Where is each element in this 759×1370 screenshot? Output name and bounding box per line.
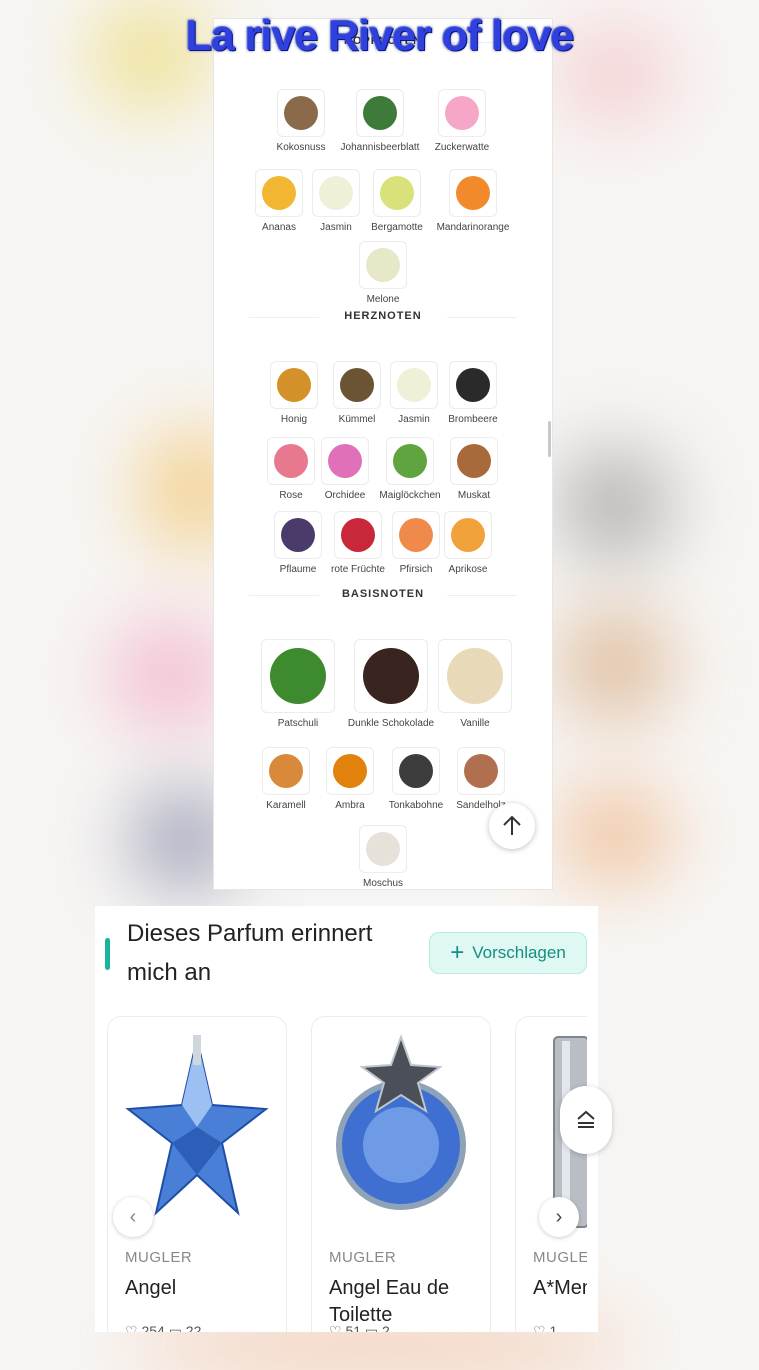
carousel-prev-button[interactable]: ‹ (113, 1197, 153, 1237)
perfume-card[interactable]: MUGLER Angel Eau de Toilette ♡ 51 ▭ 2 (311, 1016, 491, 1332)
note-illustration (380, 176, 414, 210)
arrow-up-icon (503, 815, 521, 835)
angel-edt-bottle-image (336, 1034, 466, 1210)
carousel-next-button[interactable]: › (539, 1197, 579, 1237)
note-label: Zuckerwatte (434, 142, 490, 153)
note-illustration (270, 648, 326, 704)
note-image (450, 437, 498, 485)
suggest-button[interactable]: + Vorschlagen (429, 932, 587, 974)
note-illustration (366, 248, 400, 282)
note-image (438, 639, 512, 713)
note-label: Mandarinorange (436, 222, 510, 233)
fragrance-notes-panel: KOPFNOTEN Kokosnuss Johannisbeerblatt Zucke… (213, 18, 553, 890)
note-image (438, 89, 486, 137)
note-illustration (464, 754, 498, 788)
section-title: Dieses Parfum erinnert mich an (127, 920, 373, 986)
note-image (359, 825, 407, 873)
note-item[interactable]: Melone (328, 241, 438, 305)
bg-blob (560, 790, 670, 880)
note-illustration (445, 96, 479, 130)
note-image (359, 241, 407, 289)
card-brand: MUGLER (125, 1249, 193, 1266)
notes-grid: KOPFNOTEN Kokosnuss Johannisbeerblatt Zucke… (214, 19, 552, 889)
bg-blob (560, 610, 670, 720)
plus-icon: + (450, 939, 465, 966)
card-brand: MUGLER (533, 1249, 587, 1266)
note-illustration (457, 444, 491, 478)
note-illustration (363, 96, 397, 130)
perfume-card[interactable]: MUGLER A*Men ♡ 1 (515, 1016, 587, 1332)
note-illustration (363, 648, 419, 704)
note-item[interactable]: Sandelholz (426, 747, 536, 811)
note-image (449, 169, 497, 217)
note-illustration (366, 832, 400, 866)
note-image (449, 361, 497, 409)
heart-notes-heading: HERZNOTEN (214, 310, 552, 322)
section-accent-bar (105, 938, 110, 970)
note-label: Melone (366, 294, 400, 305)
bg-blob (560, 450, 670, 560)
chevron-left-icon: ‹ (129, 1205, 137, 1228)
perfume-carousel: MUGLER Angel ♡ 254 ▭ 22 MUGLER Angel Eau… (107, 1016, 587, 1332)
note-image (444, 511, 492, 559)
chevron-right-icon: › (555, 1205, 563, 1228)
note-image (261, 639, 335, 713)
note-illustration (456, 368, 490, 402)
note-illustration (456, 176, 490, 210)
note-item[interactable]: Aprikose (413, 511, 523, 575)
note-item[interactable]: Zuckerwatte (407, 89, 517, 153)
note-illustration (284, 96, 318, 130)
card-stats: ♡ 1 (533, 1323, 558, 1332)
card-brand: MUGLER (329, 1249, 397, 1266)
note-illustration (447, 648, 503, 704)
card-name: A*Men (533, 1277, 587, 1299)
note-label: Aprikose (448, 564, 488, 575)
note-label: Moschus (362, 878, 403, 889)
note-item[interactable]: Mandarinorange (418, 169, 528, 233)
note-image (373, 169, 421, 217)
card-name: Angel Eau de Toilette (329, 1277, 450, 1326)
note-label: Vanille (460, 718, 490, 729)
note-illustration (451, 518, 485, 552)
similar-perfumes-section: Dieses Parfum erinnert mich an + Vorschl… (95, 906, 598, 1332)
collapse-button[interactable] (560, 1086, 612, 1154)
suggest-label: Vorschlagen (472, 943, 566, 962)
note-item[interactable]: Muskat (419, 437, 529, 501)
card-name: Angel (125, 1277, 177, 1299)
scroll-to-top-button[interactable] (489, 803, 535, 849)
note-item[interactable]: Brombeere (418, 361, 528, 425)
note-item[interactable]: Moschus (328, 825, 438, 889)
eject-icon (577, 1110, 595, 1128)
note-label: Brombeere (448, 414, 498, 425)
note-label: Muskat (457, 490, 491, 501)
note-image (354, 639, 428, 713)
overlay-title: La rive River of love (185, 12, 575, 60)
note-item[interactable]: Vanille (420, 639, 530, 729)
card-stats: ♡ 51 ▭ 2 (329, 1323, 390, 1332)
note-image (277, 89, 325, 137)
note-image (356, 89, 404, 137)
card-stats: ♡ 254 ▭ 22 (125, 1323, 202, 1332)
base-notes-heading: BASISNOTEN (214, 588, 552, 600)
bg-blob (110, 620, 230, 730)
note-image (457, 747, 505, 795)
perfume-card[interactable]: MUGLER Angel ♡ 254 ▭ 22 (107, 1016, 287, 1332)
scrollbar-thumb[interactable] (548, 421, 551, 457)
